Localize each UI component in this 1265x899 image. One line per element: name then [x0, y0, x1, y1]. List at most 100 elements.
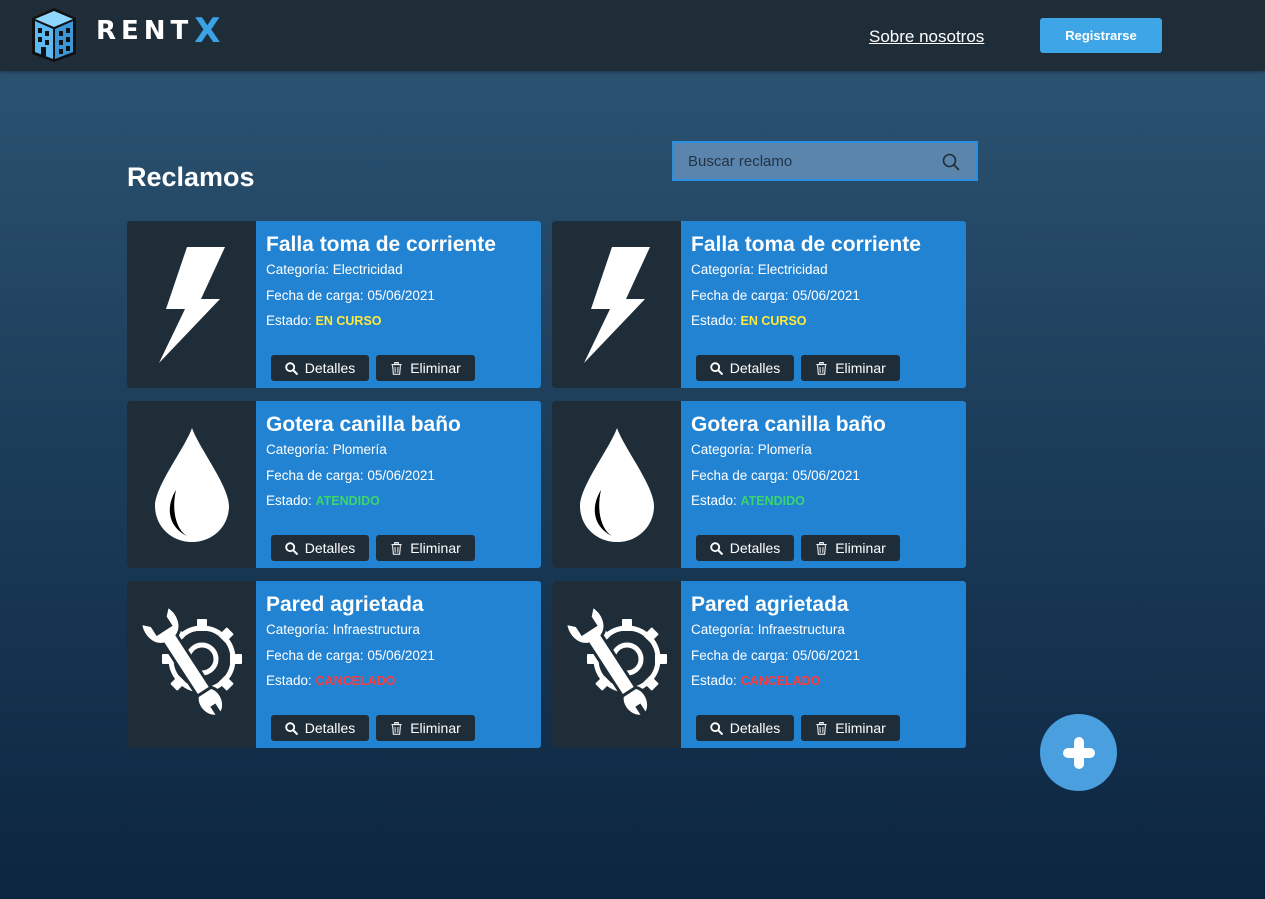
wrench-gear-icon — [138, 602, 242, 719]
claim-image — [552, 401, 681, 568]
category-label: Categoría: — [691, 622, 758, 637]
category-label: Categoría: — [691, 442, 758, 457]
brand-accent: X — [194, 11, 221, 51]
delete-label: Eliminar — [835, 360, 886, 376]
delete-label: Eliminar — [835, 540, 886, 556]
trash-icon — [816, 721, 827, 735]
details-button[interactable]: Detalles — [696, 355, 794, 381]
trash-icon — [391, 721, 402, 735]
date-label: Fecha de carga: — [691, 648, 793, 663]
water-drop-icon — [579, 427, 654, 542]
status-label: Estado: — [691, 673, 741, 688]
claim-image — [552, 581, 681, 748]
delete-button[interactable]: Eliminar — [801, 715, 900, 741]
claim-card: Pared agrietada Categoría: Infraestructu… — [127, 581, 541, 748]
claim-card: Gotera canilla baño Categoría: Plomería … — [127, 401, 541, 568]
claim-status: Estado: ATENDIDO — [266, 493, 380, 508]
status-label: Estado: — [691, 313, 741, 328]
claim-title: Pared agrietada — [691, 593, 849, 616]
delete-button[interactable]: Eliminar — [801, 535, 900, 561]
category-value: Infraestructura — [757, 622, 845, 637]
delete-button[interactable]: Eliminar — [376, 715, 475, 741]
date-label: Fecha de carga: — [691, 468, 793, 483]
trash-icon — [816, 361, 827, 375]
claim-title: Falla toma de corriente — [691, 233, 921, 256]
details-button[interactable]: Detalles — [271, 715, 369, 741]
lightning-icon — [583, 246, 650, 363]
building-logo-icon[interactable] — [30, 6, 78, 64]
delete-button[interactable]: Eliminar — [801, 355, 900, 381]
claim-category: Categoría: Electricidad — [691, 262, 828, 277]
status-badge: CANCELADO — [315, 674, 396, 688]
delete-label: Eliminar — [410, 540, 461, 556]
trash-icon — [816, 541, 827, 555]
claim-image — [127, 221, 256, 388]
category-label: Categoría: — [266, 622, 333, 637]
category-value: Plomería — [757, 442, 812, 457]
delete-button[interactable]: Eliminar — [376, 535, 475, 561]
claim-date: Fecha de carga: 05/06/2021 — [266, 288, 435, 303]
delete-label: Eliminar — [410, 360, 461, 376]
claim-category: Categoría: Electricidad — [266, 262, 403, 277]
claim-category: Categoría: Infraestructura — [266, 622, 420, 637]
claim-status: Estado: EN CURSO — [691, 313, 807, 328]
claim-card: Falla toma de corriente Categoría: Elect… — [552, 221, 966, 388]
delete-label: Eliminar — [835, 720, 886, 736]
status-badge: ATENDIDO — [740, 494, 805, 508]
brand-name: RENT — [96, 16, 194, 46]
claim-status: Estado: CANCELADO — [266, 673, 395, 688]
search-icon — [709, 361, 723, 375]
category-value: Plomería — [332, 442, 387, 457]
details-label: Detalles — [304, 540, 356, 556]
date-value: 05/06/2021 — [792, 648, 860, 663]
search-icon — [709, 721, 723, 735]
trash-icon — [391, 361, 402, 375]
status-badge: EN CURSO — [740, 314, 807, 328]
category-value: Infraestructura — [332, 622, 420, 637]
category-label: Categoría: — [266, 442, 333, 457]
date-value: 05/06/2021 — [792, 288, 860, 303]
claim-date: Fecha de carga: 05/06/2021 — [266, 648, 435, 663]
brand-logo[interactable]: RENT X — [96, 11, 221, 51]
claim-category: Categoría: Infraestructura — [691, 622, 845, 637]
trash-icon — [391, 541, 402, 555]
date-value: 05/06/2021 — [367, 648, 435, 663]
details-button[interactable]: Detalles — [696, 715, 794, 741]
details-label: Detalles — [304, 720, 356, 736]
date-label: Fecha de carga: — [691, 288, 793, 303]
status-label: Estado: — [691, 493, 741, 508]
search-input[interactable] — [674, 143, 976, 179]
claim-image — [127, 401, 256, 568]
details-label: Detalles — [304, 360, 356, 376]
category-label: Categoría: — [691, 262, 758, 277]
claim-date: Fecha de carga: 05/06/2021 — [691, 468, 860, 483]
category-label: Categoría: — [266, 262, 333, 277]
status-label: Estado: — [266, 493, 316, 508]
details-button[interactable]: Detalles — [696, 535, 794, 561]
nav-about-link[interactable]: Sobre nosotros — [869, 27, 984, 47]
claim-card: Falla toma de corriente Categoría: Elect… — [127, 221, 541, 388]
search-icon[interactable] — [942, 153, 960, 171]
claim-status: Estado: ATENDIDO — [691, 493, 805, 508]
claim-category: Categoría: Plomería — [691, 442, 812, 457]
search-icon — [709, 541, 723, 555]
status-badge: ATENDIDO — [315, 494, 380, 508]
delete-button[interactable]: Eliminar — [376, 355, 475, 381]
date-value: 05/06/2021 — [367, 288, 435, 303]
claim-title: Pared agrietada — [266, 593, 424, 616]
top-navbar: RENT X Sobre nosotros Registrarse — [0, 0, 1265, 71]
add-claim-button[interactable] — [1040, 714, 1117, 791]
date-value: 05/06/2021 — [792, 468, 860, 483]
claim-date: Fecha de carga: 05/06/2021 — [691, 648, 860, 663]
details-button[interactable]: Detalles — [271, 535, 369, 561]
status-label: Estado: — [266, 673, 316, 688]
claim-card: Gotera canilla baño Categoría: Plomería … — [552, 401, 966, 568]
claim-status: Estado: CANCELADO — [691, 673, 820, 688]
date-value: 05/06/2021 — [367, 468, 435, 483]
details-label: Detalles — [729, 540, 781, 556]
claim-date: Fecha de carga: 05/06/2021 — [266, 468, 435, 483]
claim-title: Falla toma de corriente — [266, 233, 496, 256]
details-button[interactable]: Detalles — [271, 355, 369, 381]
claim-category: Categoría: Plomería — [266, 442, 387, 457]
register-button[interactable]: Registrarse — [1040, 18, 1162, 53]
